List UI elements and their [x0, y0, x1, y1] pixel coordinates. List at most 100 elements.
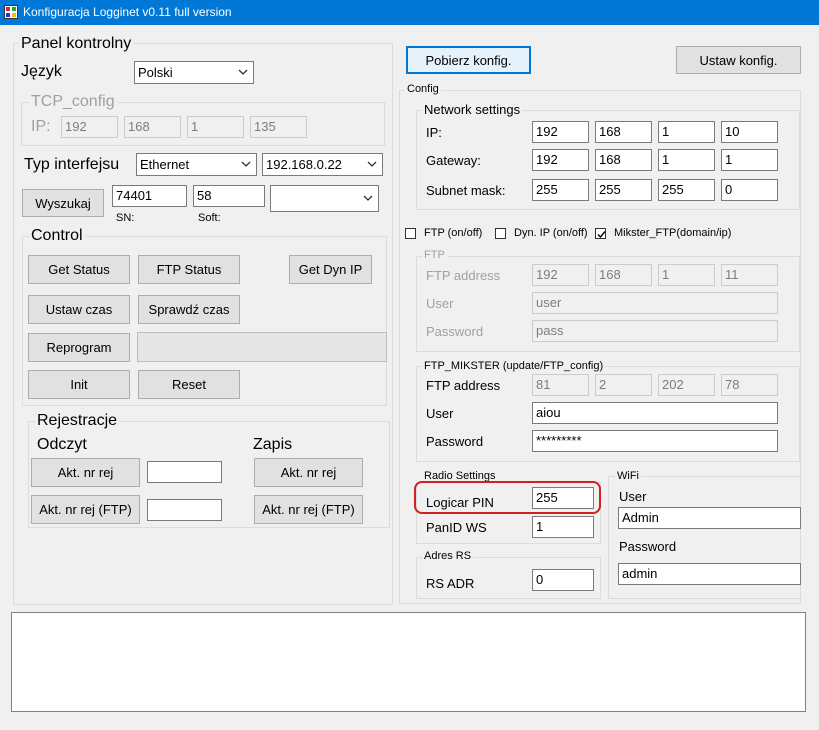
soft-field[interactable]: 58	[193, 185, 265, 207]
wifi-user-field[interactable]: Admin	[618, 507, 801, 529]
chevron-down-icon	[238, 69, 248, 75]
ftp-address-octet-1[interactable]: 192	[532, 264, 589, 286]
mikster-checkbox-label: Mikster_FTP(domain/ip)	[614, 227, 732, 239]
ftp-user-label: User	[426, 296, 454, 311]
network-settings-title: Network settings	[422, 102, 523, 117]
reset-button[interactable]: Reset	[138, 370, 240, 399]
gateway-label: Gateway:	[426, 153, 481, 168]
chevron-down-icon	[363, 195, 373, 201]
mikster-password-field[interactable]: *********	[532, 430, 778, 452]
logicar-pin-field[interactable]: 255	[532, 487, 594, 509]
reprogram-progress-bar	[137, 332, 387, 362]
ftp-checkbox[interactable]	[405, 228, 416, 239]
subnet-label: Subnet mask:	[426, 183, 506, 198]
network-ip-octet-2[interactable]: 168	[595, 121, 652, 143]
wifi-user-label: User	[619, 489, 647, 504]
subnet-octet-1[interactable]: 255	[532, 179, 589, 201]
title-bar: Konfiguracja Logginet v0.11 full version	[0, 0, 819, 25]
control-title: Control	[29, 227, 85, 245]
sn-label: SN:	[116, 212, 135, 224]
gateway-octet-1[interactable]: 192	[532, 149, 589, 171]
read-title: Odczyt	[37, 436, 87, 453]
network-ip-label: IP:	[426, 125, 442, 140]
read-akt-button[interactable]: Akt. nr rej	[31, 458, 140, 487]
window-title: Konfiguracja Logginet v0.11 full version	[23, 5, 232, 19]
ftp-password-label: Password	[426, 324, 484, 339]
mikster-address-octet-2[interactable]: 2	[595, 374, 652, 396]
check-time-button[interactable]: Sprawdź czas	[138, 295, 240, 324]
tcp-ip-octet-2[interactable]: 168	[124, 116, 181, 138]
gateway-octet-4[interactable]: 1	[721, 149, 778, 171]
chevron-down-icon	[241, 161, 251, 167]
mikster-password-label: Password	[426, 434, 484, 449]
gateway-octet-3[interactable]: 1	[658, 149, 715, 171]
mikster-checkbox[interactable]	[595, 228, 606, 239]
write-akt-ftp-button[interactable]: Akt. nr rej (FTP)	[254, 495, 363, 524]
mikster-address-octet-3[interactable]: 202	[658, 374, 715, 396]
read-akt-ftp-button[interactable]: Akt. nr rej (FTP)	[31, 495, 140, 524]
mikster-group-title: FTP_MIKSTER (update/FTP_config)	[422, 360, 606, 372]
wifi-password-label: Password	[619, 539, 677, 554]
dynip-checkbox[interactable]	[495, 228, 506, 239]
wifi-title: WiFi	[615, 470, 641, 482]
interface-select[interactable]: Ethernet	[136, 153, 257, 176]
network-ip-octet-3[interactable]: 1	[658, 121, 715, 143]
reprogram-button[interactable]: Reprogram	[28, 333, 130, 362]
ftp-address-octet-2[interactable]: 168	[595, 264, 652, 286]
checkmark-icon	[597, 231, 606, 239]
get-status-button[interactable]: Get Status	[28, 255, 130, 284]
network-ip-octet-1[interactable]: 192	[532, 121, 589, 143]
tcp-ip-octet-4[interactable]: 135	[250, 116, 307, 138]
write-akt-button[interactable]: Akt. nr rej	[254, 458, 363, 487]
registers-title: Rejestracje	[35, 412, 120, 430]
sn-field[interactable]: 74401	[112, 185, 187, 207]
set-config-button[interactable]: Ustaw konfig.	[676, 46, 801, 74]
soft-label: Soft:	[198, 212, 221, 224]
subnet-octet-3[interactable]: 255	[658, 179, 715, 201]
language-select-value: Polski	[138, 65, 173, 80]
control-panel-title: Panel kontrolny	[19, 35, 134, 53]
language-label: Język	[21, 63, 62, 80]
subnet-octet-2[interactable]: 255	[595, 179, 652, 201]
tcp-ip-octet-1[interactable]: 192	[61, 116, 118, 138]
address-select[interactable]: 192.168.0.22	[262, 153, 383, 176]
address-select-value: 192.168.0.22	[266, 157, 342, 172]
mikster-address-label: FTP address	[426, 378, 501, 393]
mikster-user-label: User	[426, 406, 454, 421]
panid-label: PanID WS	[426, 520, 487, 535]
panid-field[interactable]: 1	[532, 516, 594, 538]
subnet-octet-4[interactable]: 0	[721, 179, 778, 201]
ftp-password-field[interactable]: pass	[532, 320, 778, 342]
read-akt-field[interactable]	[147, 461, 222, 483]
write-title: Zapis	[253, 436, 293, 453]
dynip-checkbox-label: Dyn. IP (on/off)	[514, 227, 588, 239]
app-icon	[4, 5, 18, 19]
ftp-address-octet-4[interactable]: 11	[721, 264, 778, 286]
search-button[interactable]: Wyszukaj	[22, 189, 104, 217]
rs-adr-field[interactable]: 0	[532, 569, 594, 591]
log-textarea[interactable]	[11, 612, 806, 712]
config-title: Config	[405, 83, 441, 95]
wifi-password-field[interactable]: admin	[618, 563, 801, 585]
tcp-ip-octet-3[interactable]: 1	[187, 116, 244, 138]
ftp-status-button[interactable]: FTP Status	[138, 255, 240, 284]
device-select[interactable]	[270, 185, 379, 212]
rs-address-title: Adres RS	[422, 550, 474, 562]
get-dyn-ip-button[interactable]: Get Dyn IP	[289, 255, 372, 284]
tcp-ip-label: IP:	[31, 118, 51, 135]
mikster-address-octet-4[interactable]: 78	[721, 374, 778, 396]
set-time-button[interactable]: Ustaw czas	[28, 295, 130, 324]
get-config-button[interactable]: Pobierz konfig.	[406, 46, 531, 74]
network-ip-octet-4[interactable]: 10	[721, 121, 778, 143]
ftp-group-title: FTP	[422, 249, 447, 261]
ftp-address-octet-3[interactable]: 1	[658, 264, 715, 286]
init-button[interactable]: Init	[28, 370, 130, 399]
gateway-octet-2[interactable]: 168	[595, 149, 652, 171]
language-select[interactable]: Polski	[134, 61, 254, 84]
ftp-user-field[interactable]: user	[532, 292, 778, 314]
read-akt-ftp-field[interactable]	[147, 499, 222, 521]
mikster-address-octet-1[interactable]: 81	[532, 374, 589, 396]
chevron-down-icon	[367, 161, 377, 167]
mikster-user-field[interactable]: aiou	[532, 402, 778, 424]
ftp-checkbox-label: FTP (on/off)	[424, 227, 483, 239]
